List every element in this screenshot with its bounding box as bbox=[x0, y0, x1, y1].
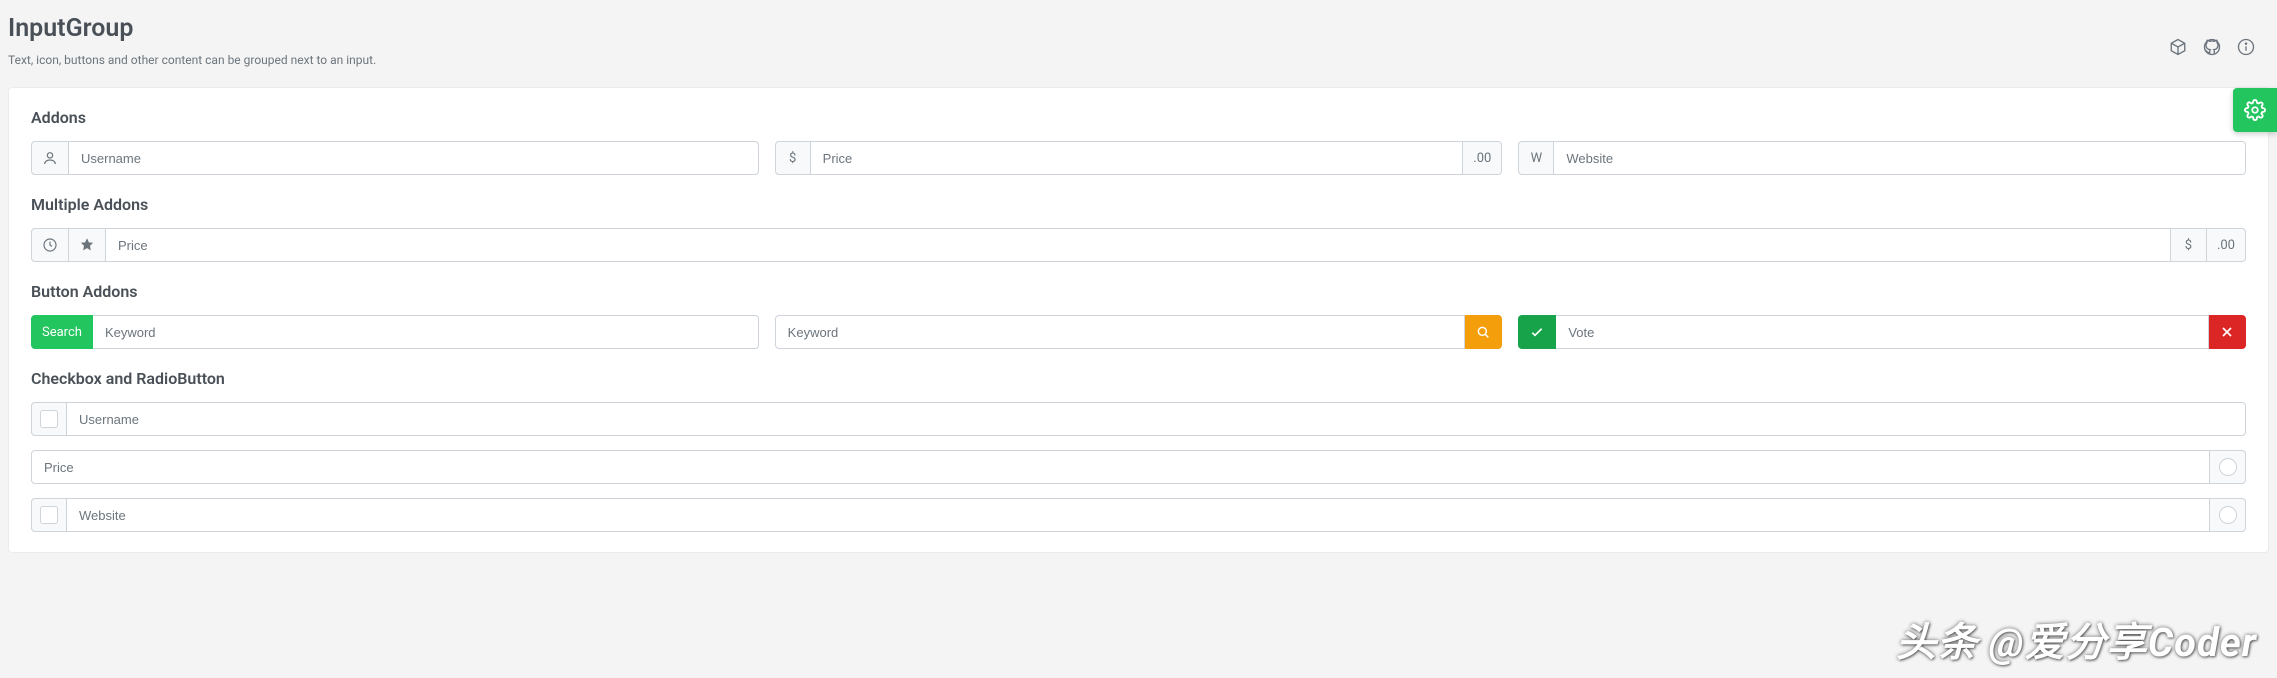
star-icon bbox=[69, 228, 106, 262]
keyword1-input[interactable] bbox=[93, 315, 759, 349]
multiple-group: $ .00 bbox=[31, 228, 2246, 262]
price-radio[interactable] bbox=[2219, 458, 2237, 476]
github-icon[interactable] bbox=[2203, 38, 2221, 56]
section-multiple-title: Multiple Addons bbox=[31, 195, 2246, 214]
user-icon bbox=[31, 141, 69, 175]
multiple-dollar-suffix: $ bbox=[2171, 228, 2207, 262]
page-title: InputGroup bbox=[8, 14, 376, 43]
info-icon[interactable] bbox=[2237, 38, 2255, 56]
checkbox-username-input[interactable] bbox=[67, 402, 2246, 436]
multiple-price-input[interactable] bbox=[106, 228, 2171, 262]
website-prefix: W bbox=[1518, 141, 1554, 175]
check-icon-button[interactable] bbox=[1518, 315, 1556, 349]
website-radio[interactable] bbox=[2219, 506, 2237, 524]
keyword2-input[interactable] bbox=[775, 315, 1466, 349]
checkbox-website-input[interactable] bbox=[67, 498, 2210, 532]
checkbox-username-group bbox=[31, 402, 2246, 436]
checkbox-website-group bbox=[31, 498, 2246, 532]
radio-price-input[interactable] bbox=[31, 450, 2210, 484]
section-button-title: Button Addons bbox=[31, 282, 2246, 301]
vote-group bbox=[1518, 315, 2246, 349]
website-input[interactable] bbox=[1554, 141, 2246, 175]
settings-fab[interactable] bbox=[2233, 88, 2277, 132]
price-input[interactable] bbox=[811, 141, 1464, 175]
website-checkbox[interactable] bbox=[40, 506, 58, 524]
website-radio-wrap bbox=[2210, 498, 2246, 532]
page-subtitle: Text, icon, buttons and other content ca… bbox=[8, 53, 376, 67]
search-button[interactable]: Search bbox=[31, 315, 93, 349]
website-checkbox-wrap bbox=[31, 498, 67, 532]
demo-card: Addons $ .00 W bbox=[8, 87, 2269, 553]
dollar-prefix: $ bbox=[775, 141, 811, 175]
decimal-suffix: .00 bbox=[1463, 141, 1502, 175]
username-input[interactable] bbox=[69, 141, 759, 175]
vote-input[interactable] bbox=[1556, 315, 2209, 349]
search-group: Search bbox=[31, 315, 759, 349]
search-icon-group bbox=[775, 315, 1503, 349]
username-group bbox=[31, 141, 759, 175]
close-icon-button[interactable] bbox=[2209, 315, 2246, 349]
section-checkbox-title: Checkbox and RadioButton bbox=[31, 369, 2246, 388]
search-icon-button[interactable] bbox=[1465, 315, 1502, 349]
price-group: $ .00 bbox=[775, 141, 1503, 175]
price-radio-wrap bbox=[2210, 450, 2246, 484]
codesandbox-icon[interactable] bbox=[2169, 38, 2187, 56]
clock-icon bbox=[31, 228, 69, 262]
multiple-decimal-suffix: .00 bbox=[2207, 228, 2246, 262]
username-checkbox[interactable] bbox=[40, 410, 58, 428]
username-checkbox-wrap bbox=[31, 402, 67, 436]
radio-price-group bbox=[31, 450, 2246, 484]
section-addons-title: Addons bbox=[31, 108, 2246, 127]
website-group: W bbox=[1518, 141, 2246, 175]
watermark-text: 头条 @爱分享Coder bbox=[1896, 610, 2257, 668]
